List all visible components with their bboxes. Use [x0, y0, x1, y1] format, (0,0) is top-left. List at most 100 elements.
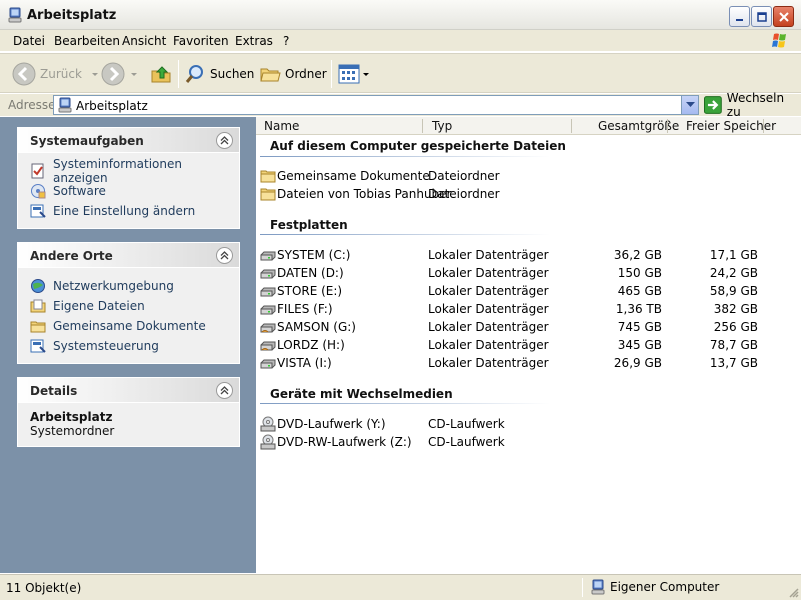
my-computer-icon	[58, 97, 72, 113]
other-places-panel: Andere Orte Netzwerkumgebung Eigene Date…	[17, 242, 240, 364]
dvd-drive-icon	[260, 416, 276, 432]
menu-bearbeiten[interactable]: Bearbeiten	[54, 34, 120, 48]
details-name: Arbeitsplatz	[30, 410, 113, 424]
group-title: Festplatten	[270, 218, 348, 232]
hard-drive-icon	[260, 287, 276, 297]
list-item[interactable]: Gemeinsame Dokumente Dateiordner	[260, 167, 780, 185]
shared-drive-icon	[260, 341, 276, 351]
control-panel-icon	[30, 339, 46, 353]
forward-arrow-icon	[101, 62, 125, 86]
system-info-icon	[31, 163, 44, 179]
maximize-button[interactable]	[751, 6, 772, 27]
menu-bar: Datei Bearbeiten Ansicht Favoriten Extra…	[0, 30, 801, 52]
search-icon	[185, 65, 203, 83]
hard-drive-icon	[260, 359, 276, 369]
menu-ansicht[interactable]: Ansicht	[122, 34, 166, 48]
collapse-button[interactable]	[216, 132, 233, 149]
system-tasks-header[interactable]: Systemaufgaben	[18, 128, 239, 153]
place-shared-documents[interactable]: Gemeinsame Dokumente	[30, 316, 239, 336]
minimize-button[interactable]	[729, 6, 750, 27]
menu-extras[interactable]: Extras	[235, 34, 273, 48]
search-button[interactable]: Suchen	[184, 62, 254, 86]
place-control-panel[interactable]: Systemsteuerung	[30, 336, 239, 356]
group-title: Geräte mit Wechselmedien	[270, 387, 453, 401]
menu-favoriten[interactable]: Favoriten	[173, 34, 229, 48]
go-arrow-icon	[704, 96, 722, 114]
my-computer-icon	[591, 579, 605, 595]
windows-logo-icon	[772, 33, 786, 48]
minimize-icon	[735, 18, 743, 21]
menu-datei[interactable]: Datei	[13, 34, 45, 48]
group-title: Auf diesem Computer gespeicherte Dateien	[270, 139, 566, 153]
list-item[interactable]: LORDZ (H:) Lokaler Datenträger 345 GB 78…	[260, 336, 780, 354]
hard-drive-icon	[260, 269, 276, 279]
up-folder-button[interactable]	[150, 62, 172, 86]
collapse-button[interactable]	[216, 382, 233, 399]
list-item[interactable]: DATEN (D:) Lokaler Datenträger 150 GB 24…	[260, 264, 780, 282]
views-button[interactable]	[338, 62, 370, 86]
list-item[interactable]: DVD-Laufwerk (Y:) CD-Laufwerk	[260, 415, 780, 433]
details-type: Systemordner	[30, 424, 115, 438]
chevron-down-icon	[91, 73, 98, 76]
window-title: Arbeitsplatz	[27, 8, 117, 23]
task-change-setting[interactable]: Eine Einstellung ändern	[30, 201, 239, 221]
my-computer-icon	[8, 7, 22, 23]
folder-icon	[260, 170, 276, 183]
address-bar: Adresse Arbeitsplatz Wechseln zu	[0, 91, 801, 119]
status-zone: Eigener Computer	[590, 579, 719, 595]
address-dropdown-button[interactable]	[681, 96, 698, 114]
chevron-up-icon	[220, 251, 229, 260]
file-list[interactable]: Name Typ Gesamtgröße Freier Speicher Auf…	[256, 117, 801, 573]
column-name[interactable]: Name	[264, 119, 299, 133]
software-icon	[31, 184, 46, 199]
close-button[interactable]	[773, 6, 794, 27]
address-label: Adresse	[8, 98, 56, 112]
task-system-info[interactable]: Systeminformationen anzeigen	[30, 157, 239, 185]
go-button[interactable]: Wechseln zu	[704, 91, 801, 119]
forward-button[interactable]	[101, 62, 139, 86]
details-header[interactable]: Details	[18, 378, 239, 403]
menu-help[interactable]: ?	[283, 34, 289, 48]
toolbar: Zurück Suchen Ordner	[0, 53, 801, 93]
status-bar: 11 Objekt(e) Eigener Computer	[0, 574, 801, 600]
chevron-down-icon	[131, 73, 137, 76]
details-panel: Details Arbeitsplatz Systemordner	[17, 377, 240, 447]
list-item[interactable]: VISTA (I:) Lokaler Datenträger 26,9 GB 1…	[260, 354, 780, 372]
resize-grip-icon[interactable]	[787, 586, 799, 598]
object-count: 11 Objekt(e)	[6, 581, 82, 595]
dvd-drive-icon	[260, 434, 276, 450]
list-item[interactable]: SYSTEM (C:) Lokaler Datenträger 36,2 GB …	[260, 246, 780, 264]
system-tasks-panel: Systemaufgaben Systeminformationen anzei…	[17, 127, 240, 229]
hard-drive-icon	[260, 251, 276, 261]
network-icon	[31, 279, 45, 293]
folder-icon	[260, 188, 276, 201]
collapse-button[interactable]	[216, 247, 233, 264]
maximize-icon	[756, 11, 767, 22]
list-item[interactable]: SAMSON (G:) Lokaler Datenträger 745 GB 2…	[260, 318, 780, 336]
list-item[interactable]: FILES (F:) Lokaler Datenträger 1,36 TB 3…	[260, 300, 780, 318]
folder-icon	[260, 68, 281, 82]
title-bar[interactable]: Arbeitsplatz	[0, 0, 801, 30]
back-button[interactable]: Zurück	[12, 62, 100, 86]
other-places-header[interactable]: Andere Orte	[18, 243, 239, 268]
task-pane: Systemaufgaben Systeminformationen anzei…	[0, 117, 256, 573]
chevron-up-icon	[220, 136, 229, 145]
up-folder-icon	[151, 66, 171, 83]
list-item[interactable]: STORE (E:) Lokaler Datenträger 465 GB 58…	[260, 282, 780, 300]
documents-folder-icon	[30, 299, 46, 313]
back-arrow-icon	[12, 62, 36, 86]
views-icon	[338, 64, 360, 84]
control-panel-icon	[30, 204, 46, 218]
chevron-down-icon	[685, 102, 695, 107]
place-my-documents[interactable]: Eigene Dateien	[30, 296, 239, 316]
folders-button[interactable]: Ordner	[259, 62, 327, 86]
list-item[interactable]: DVD-RW-Laufwerk (Z:) CD-Laufwerk	[260, 433, 780, 451]
place-network[interactable]: Netzwerkumgebung	[30, 276, 239, 296]
address-input[interactable]: Arbeitsplatz	[53, 95, 699, 115]
column-type[interactable]: Typ	[432, 119, 452, 133]
chevron-down-icon	[363, 73, 369, 76]
list-item[interactable]: Dateien von Tobias Panhuber Dateiordner	[260, 185, 780, 203]
chevron-up-icon	[220, 386, 229, 395]
hard-drive-icon	[260, 305, 276, 315]
close-icon	[778, 11, 789, 22]
